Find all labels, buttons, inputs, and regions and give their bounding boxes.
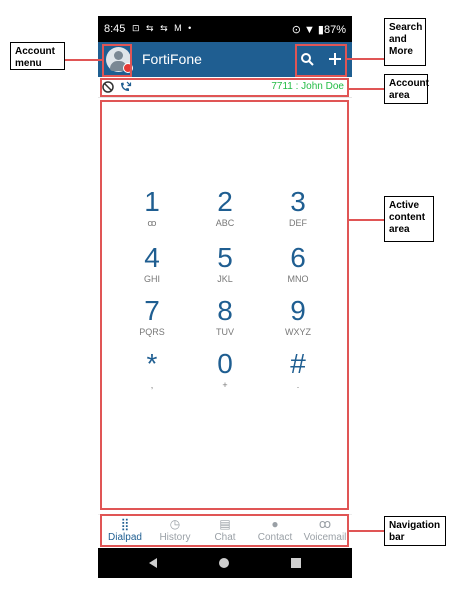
recents-icon[interactable] bbox=[291, 558, 301, 568]
status-time: 8:45 bbox=[104, 23, 126, 35]
search-more-label: Search and More bbox=[384, 18, 426, 66]
back-icon[interactable] bbox=[148, 558, 158, 568]
active-content-label: Active content area bbox=[384, 196, 434, 242]
status-bar: 8:45 ⊡ ⇆ ⇆ M • ⊙ ▼ ▮87% bbox=[98, 16, 352, 42]
active-content-arrow bbox=[349, 219, 384, 221]
system-navigation-bar bbox=[98, 548, 352, 578]
navigation-bar-arrow bbox=[349, 530, 384, 532]
navigation-bar-label: Navigation bar bbox=[384, 516, 446, 546]
account-menu-arrow bbox=[65, 59, 102, 61]
account-area-arrow bbox=[349, 88, 384, 90]
account-area-label: Account area bbox=[384, 74, 429, 104]
search-more-arrow bbox=[347, 58, 384, 60]
active-content-highlight bbox=[100, 100, 349, 510]
account-area-highlight bbox=[100, 78, 349, 97]
search-more-highlight bbox=[295, 44, 347, 77]
notification-icons: ⊡ ⇆ ⇆ M • bbox=[132, 23, 194, 33]
home-icon[interactable] bbox=[219, 558, 229, 568]
account-menu-highlight bbox=[102, 44, 132, 77]
status-indicators: ⊙ ▼ ▮87% bbox=[291, 24, 346, 36]
app-title: FortiFone bbox=[142, 51, 202, 67]
navigation-bar-highlight bbox=[100, 514, 349, 547]
account-menu-label: Account menu bbox=[10, 42, 65, 70]
